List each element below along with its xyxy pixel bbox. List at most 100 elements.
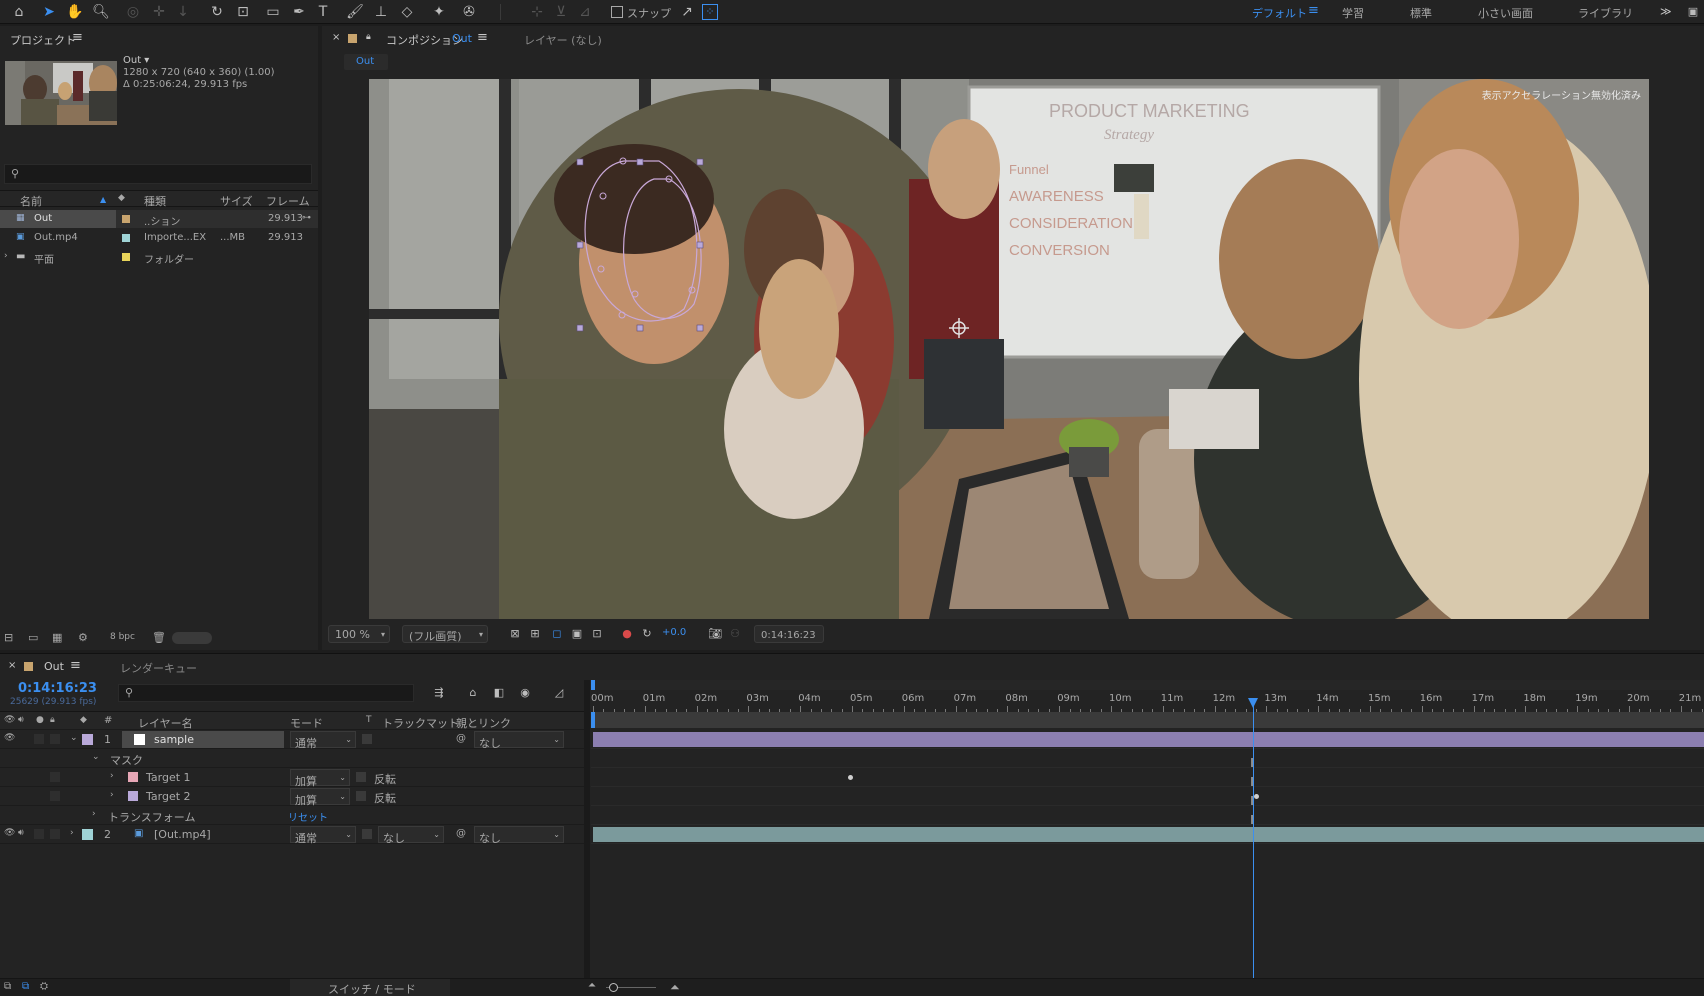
label-color-swatch[interactable] xyxy=(122,234,130,242)
workspace-small-screen[interactable]: 小さい画面 xyxy=(1478,5,1533,21)
lock-box[interactable] xyxy=(50,829,60,839)
zoom-out-icon[interactable]: ⏶ xyxy=(588,980,596,991)
track-layer-2[interactable] xyxy=(591,825,1704,844)
hand-tool-icon[interactable]: ✋ xyxy=(66,3,84,21)
workspace-menu-icon[interactable]: ≡ xyxy=(1308,3,1319,18)
col-mode[interactable]: モード xyxy=(290,715,323,731)
keyframe-marker[interactable] xyxy=(848,775,853,780)
snap-target-icon[interactable]: ⁘ xyxy=(702,4,718,20)
navigator-start[interactable] xyxy=(591,712,595,728)
more-workspaces-icon[interactable]: ≫ xyxy=(1660,5,1672,18)
layer-label-swatch[interactable] xyxy=(82,829,93,840)
video-switch-icon[interactable]: 👁︎ xyxy=(4,715,15,725)
col-name[interactable]: 名前 xyxy=(20,193,42,209)
mask-name[interactable]: Target 2 xyxy=(146,790,191,803)
mask-visibility-icon[interactable]: ◻ xyxy=(548,625,566,643)
grid-guides-icon[interactable]: ⊡ xyxy=(588,625,606,643)
chevron-down-icon[interactable]: ⌄ xyxy=(92,752,100,762)
snapshot-camera-icon[interactable]: 📷︎ xyxy=(706,625,724,643)
in-out-panes-icon[interactable]: ⛭ xyxy=(40,981,48,992)
close-tab-icon[interactable]: × xyxy=(332,32,340,43)
settings-icon[interactable]: ⚙ xyxy=(78,631,88,644)
solo-box[interactable] xyxy=(34,734,44,744)
transform-reset-link[interactable]: リセット xyxy=(288,809,328,824)
project-item-solids-folder[interactable]: › ▬ 平面 フォルダー xyxy=(0,248,318,266)
workspace-default[interactable]: デフォルト xyxy=(1252,5,1307,21)
playhead[interactable] xyxy=(1248,698,1259,978)
project-panel-menu-icon[interactable]: ≡ xyxy=(72,30,83,45)
preserve-transparency-box[interactable] xyxy=(362,734,372,744)
layer-name[interactable]: [Out.mp4] xyxy=(154,828,211,841)
comp-navigator[interactable]: Out xyxy=(344,54,388,70)
trash-icon[interactable]: 🗑︎ xyxy=(152,631,166,644)
pick-whip-icon[interactable]: @ xyxy=(456,828,466,839)
parent-dropdown[interactable]: なし ⌄ xyxy=(474,731,564,750)
orbit-camera-icon[interactable]: ◎ xyxy=(124,3,142,21)
chevron-right-icon[interactable]: › xyxy=(70,828,74,838)
chevron-right-icon[interactable]: › xyxy=(92,809,96,819)
workspace-learn[interactable]: 学習 xyxy=(1342,5,1364,21)
pen-tool-icon[interactable]: ✒ xyxy=(290,3,308,21)
timeline-search-input[interactable]: ⚲ xyxy=(118,684,414,702)
clone-stamp-tool-icon[interactable]: ⊥ xyxy=(372,3,390,21)
layer-1-duration-bar[interactable] xyxy=(593,732,1704,747)
resolution-dropdown[interactable]: (フル画質) ▾ xyxy=(402,625,488,643)
comp-tab-name[interactable]: Out xyxy=(452,32,472,45)
preserve-transparency-box[interactable] xyxy=(362,829,372,839)
lock-box[interactable] xyxy=(50,772,60,782)
selection-tool-icon[interactable]: ➤ xyxy=(40,3,58,21)
draft-3d-icon[interactable]: ⌂ xyxy=(464,684,482,702)
view-axis-icon[interactable]: ⊿ xyxy=(576,3,594,21)
snap-checkbox[interactable] xyxy=(611,6,623,18)
track-matte-dropdown[interactable]: なし ⌄ xyxy=(378,826,444,845)
layer-label-swatch[interactable] xyxy=(82,734,93,745)
col-parent[interactable]: 親とリンク xyxy=(456,715,511,731)
workspace-libraries[interactable]: ライブラリ xyxy=(1578,5,1633,21)
graph-editor-icon[interactable]: ◿ xyxy=(550,684,568,702)
bit-depth-label[interactable]: 8 bpc xyxy=(110,632,135,642)
transfer-controls-icon[interactable]: ⧉ xyxy=(22,981,29,992)
lock-switch-icon[interactable]: 🔒︎ xyxy=(50,715,55,725)
pan-behind-tool-icon[interactable]: ⊡ xyxy=(234,3,252,21)
brush-tool-icon[interactable]: 🖌︎ xyxy=(346,3,364,21)
panel-divider[interactable] xyxy=(584,680,590,980)
current-time-display[interactable]: 0:14:16:23 xyxy=(754,625,824,643)
mask-group-row[interactable]: ⌄ マスク xyxy=(0,749,584,768)
parent-dropdown[interactable]: なし ⌄ xyxy=(474,826,564,845)
col-layer-name[interactable]: レイヤー名 xyxy=(138,715,193,731)
search-help-icon[interactable]: ▣ xyxy=(1684,3,1702,21)
project-item-out-mp4[interactable]: ▣ Out.mp4 Importe...EX ...MB 29.913 xyxy=(0,229,318,247)
comp-panel-menu-icon[interactable]: ≡ xyxy=(477,30,488,45)
magnification-dropdown[interactable]: 100 % ▾ xyxy=(328,625,390,643)
lock-box[interactable] xyxy=(50,734,60,744)
layer-row-2[interactable]: 👁︎ 🔊︎ › 2 ▣ [Out.mp4] 通常 ⌄ なし ⌄ @ なし ⌄ xyxy=(0,825,584,845)
zoom-in-icon[interactable]: ⏶ xyxy=(670,980,680,995)
local-axis-icon[interactable]: ⊹ xyxy=(528,3,546,21)
pan-camera-icon[interactable]: ✛ xyxy=(150,3,168,21)
mask-name[interactable]: Target 1 xyxy=(146,771,191,784)
rotate-tool-icon[interactable]: ↻ xyxy=(208,3,226,21)
mask-color-swatch[interactable] xyxy=(128,772,138,782)
chevron-right-icon[interactable]: › xyxy=(110,771,114,781)
mask-mode-dropdown[interactable]: 加算 ⌄ xyxy=(290,769,350,788)
transparency-grid-icon[interactable]: ⊞ xyxy=(526,625,544,643)
chevron-right-icon[interactable]: › xyxy=(4,251,8,261)
solo-box[interactable] xyxy=(34,829,44,839)
label-color-swatch[interactable] xyxy=(122,215,130,223)
mask-row-target-1[interactable]: › Target 1 加算 ⌄ 反転 xyxy=(0,768,584,788)
transform-group-row[interactable]: › トランスフォーム リセット xyxy=(0,806,584,825)
pick-whip-icon[interactable]: @ xyxy=(456,733,466,744)
invert-checkbox[interactable] xyxy=(356,772,366,782)
chevron-down-icon[interactable]: ⌄ xyxy=(70,733,78,743)
label-color-swatch[interactable] xyxy=(122,253,130,261)
exposure-value[interactable]: +0.0 xyxy=(662,627,686,638)
visibility-eye-icon[interactable]: 👁︎ xyxy=(4,828,15,838)
playhead-handle[interactable] xyxy=(1248,698,1259,708)
time-navigator[interactable] xyxy=(591,712,1704,728)
blend-mode-dropdown[interactable]: 通常 ⌄ xyxy=(290,731,356,750)
project-search-input[interactable]: ⚲ xyxy=(4,164,312,184)
label-column-icon[interactable]: ◆ xyxy=(118,193,125,203)
interpret-footage-icon[interactable]: ⊟ xyxy=(4,631,13,644)
mask-row-target-2[interactable]: › Target 2 加算 ⌄ 反転 xyxy=(0,787,584,807)
home-icon[interactable]: ⌂ xyxy=(10,3,28,21)
